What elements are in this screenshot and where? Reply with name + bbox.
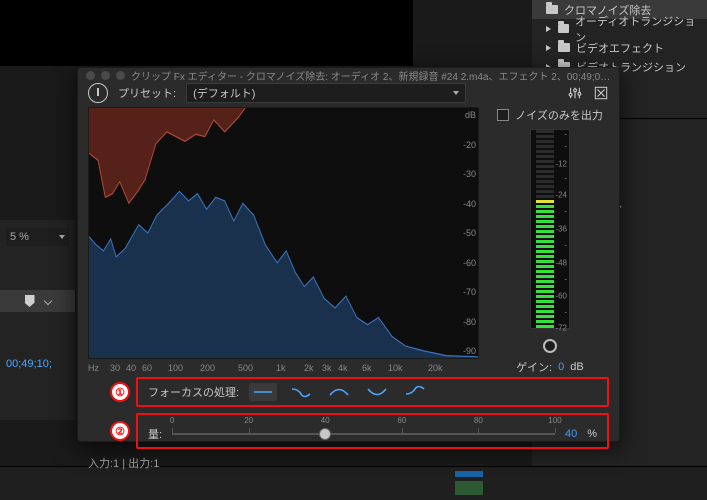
- preview-black-area: [0, 0, 413, 66]
- effects-tree-item[interactable]: オーディオトランジション: [532, 19, 707, 38]
- sliders-icon[interactable]: [567, 85, 583, 101]
- traffic-light-min[interactable]: [101, 71, 110, 80]
- power-toggle-icon[interactable]: [88, 83, 108, 103]
- toolbar: プリセット: (デフォルト): [78, 83, 619, 103]
- preset-dropdown[interactable]: (デフォルト): [186, 83, 466, 103]
- hz-scale: Hz3040601002005001k2k3k4k6k10k20k: [88, 359, 479, 375]
- annotation-badge-1: ①: [110, 382, 130, 402]
- window-title: クリップ Fx エディター - クロマノイズ除去: オーディオ 2、新規録音 #…: [131, 68, 611, 83]
- disclosure-triangle-icon: [546, 26, 552, 32]
- chevron-down-icon[interactable]: [43, 297, 51, 305]
- close-settings-icon[interactable]: [593, 85, 609, 101]
- traffic-light-max[interactable]: [116, 71, 125, 80]
- preset-label: プリセット:: [118, 85, 176, 101]
- clip-fx-editor-window: クリップ Fx エディター - クロマノイズ除去: オーディオ 2、新規録音 #…: [77, 67, 620, 442]
- folder-icon: [558, 43, 570, 52]
- disclosure-triangle-icon: [546, 45, 552, 51]
- noise-floor-area: [89, 108, 478, 203]
- timeline-left-fragment: 5 % 00;49;10;: [0, 220, 75, 420]
- signal-area: [89, 191, 478, 358]
- marker-icon[interactable]: [25, 295, 35, 307]
- amount-slider[interactable]: 020406080100: [172, 426, 555, 442]
- amount-label: 量:: [148, 426, 162, 442]
- gain-value[interactable]: 0: [558, 361, 564, 373]
- traffic-light-close[interactable]: [86, 71, 95, 80]
- io-channels: 入力:1 | 出力:1: [78, 451, 619, 477]
- preset-value: (デフォルト): [193, 85, 255, 101]
- focus-processing-label: フォーカスの処理:: [148, 384, 239, 400]
- focus-shape-flat[interactable]: [249, 383, 277, 401]
- window-titlebar[interactable]: クリップ Fx エディター - クロマノイズ除去: オーディオ 2、新規録音 #…: [78, 68, 619, 83]
- slider-thumb[interactable]: [319, 428, 331, 440]
- focus-shape-notch[interactable]: [363, 383, 391, 401]
- checkbox-icon: [497, 109, 509, 121]
- focus-shape-low-shelf[interactable]: [287, 383, 315, 401]
- gain-knob[interactable]: [543, 339, 557, 353]
- db-scale: dB-20-30-40-50-60-70-80-90: [463, 108, 476, 358]
- tree-item-label: ビデオエフェクト: [576, 40, 664, 56]
- noise-only-label: ノイズのみを出力: [515, 107, 603, 123]
- focus-shape-bell[interactable]: [325, 383, 353, 401]
- amount-unit: %: [587, 428, 597, 440]
- folder-icon: [558, 24, 569, 33]
- folder-icon: [546, 5, 558, 14]
- level-meter: ---12--24--36--48--60--72: [530, 129, 570, 329]
- amount-highlight: ② 量: 020406080100 40 %: [136, 413, 609, 449]
- focus-shape-high-shelf[interactable]: [401, 383, 429, 401]
- zoom-percent-value: 5 %: [10, 231, 29, 243]
- spectrum-display: dB-20-30-40-50-60-70-80-90: [88, 107, 479, 359]
- chevron-down-icon: [59, 235, 65, 239]
- focus-processing-highlight: ① フォーカスの処理:: [136, 377, 609, 407]
- zoom-percent[interactable]: 5 %: [6, 228, 69, 246]
- noise-only-checkbox[interactable]: ノイズのみを出力: [497, 107, 603, 123]
- chevron-down-icon: [453, 91, 459, 95]
- timecode-value[interactable]: 00;49;10;: [0, 358, 75, 370]
- gain-label: ゲイン:: [516, 359, 552, 375]
- annotation-badge-2: ②: [110, 421, 130, 441]
- amount-value[interactable]: 40: [565, 428, 577, 440]
- gain-unit: dB: [570, 361, 583, 373]
